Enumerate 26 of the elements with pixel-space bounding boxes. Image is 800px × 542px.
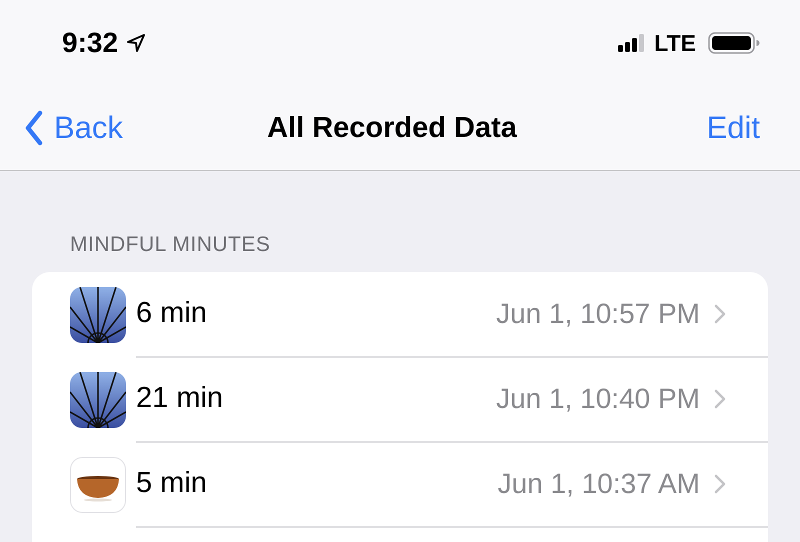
date-time: Jun 1, 10:40 PM [496, 382, 700, 414]
duration-value: 21 min [136, 382, 224, 415]
network-label: LTE [654, 30, 696, 56]
back-label: Back [54, 110, 123, 146]
chevron-right-icon [714, 388, 726, 408]
battery-icon [708, 31, 760, 55]
duration-value: 6 min [136, 297, 208, 330]
date-time: Jun 1, 10:37 AM [498, 468, 700, 500]
list-row[interactable]: 5 min Jun 1, 10:37 AM [70, 442, 768, 527]
sunburst-app-icon [70, 286, 126, 342]
chevron-left-icon [24, 110, 44, 146]
list-row[interactable]: 21 min Jun 1, 10:40 PM [70, 357, 768, 442]
bowl-app-icon [70, 456, 126, 512]
location-arrow-icon [126, 33, 146, 53]
back-button[interactable]: Back [24, 110, 123, 146]
signal-icon [618, 33, 646, 53]
chevron-right-icon [714, 474, 726, 494]
sunburst-app-icon [70, 372, 126, 428]
chevron-right-icon [714, 304, 726, 324]
date-time: Jun 1, 10:57 PM [496, 298, 700, 330]
section-header: MINDFUL MINUTES [69, 233, 272, 257]
list-row[interactable]: 6 min Jun 1, 10:57 PM [70, 272, 768, 357]
edit-button[interactable]: Edit [706, 110, 760, 146]
status-time: 9:32 [62, 27, 118, 59]
duration-value: 5 min [136, 467, 208, 500]
nav-title: All Recorded Data [267, 112, 517, 144]
